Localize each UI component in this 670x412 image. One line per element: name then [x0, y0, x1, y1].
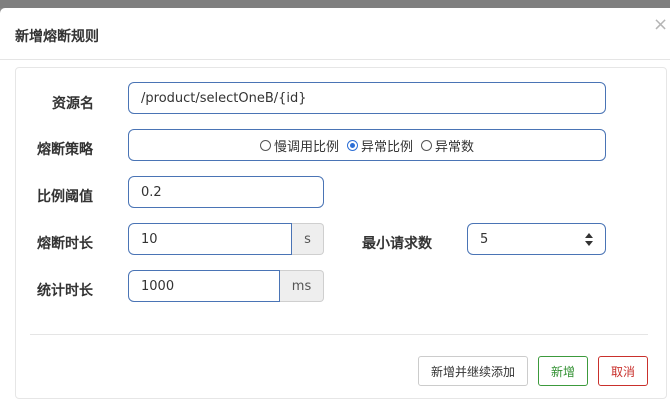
resource-name-input[interactable]: /product/selectOneB/{id}: [128, 82, 606, 114]
strategy-radio-group: 慢调用比例 异常比例 异常数: [128, 129, 606, 161]
rule-dialog: 新增熔断规则 × 资源名 /product/selectOneB/{id} 熔断…: [0, 8, 670, 412]
break-duration-label: 熔断时长: [37, 236, 93, 252]
break-duration-value: 10: [141, 231, 158, 247]
stat-duration-value: 1000: [141, 278, 175, 294]
strategy-option-label: 异常数: [435, 139, 475, 155]
ratio-threshold-label: 比例阈值: [37, 189, 93, 205]
stat-duration-input[interactable]: 1000: [128, 270, 280, 302]
resource-name-value: /product/selectOneB/{id}: [141, 90, 307, 106]
strategy-label: 熔断策略: [37, 142, 93, 158]
ratio-threshold-value: 0.2: [141, 184, 162, 200]
strategy-option-error-count[interactable]: 异常数: [421, 136, 474, 155]
add-and-continue-button[interactable]: 新增并继续添加: [418, 356, 528, 386]
strategy-option-label: 异常比例: [360, 139, 413, 155]
strategy-option-error-ratio[interactable]: 异常比例: [346, 136, 413, 155]
dialog-title: 新增熔断规则: [15, 29, 99, 45]
radio-unchecked-icon: [421, 139, 432, 151]
stat-duration-label: 统计时长: [37, 283, 93, 299]
stat-duration-unit: ms: [280, 270, 324, 302]
footer-divider: [30, 334, 648, 335]
min-request-value: 5: [480, 231, 489, 247]
ratio-threshold-input[interactable]: 0.2: [128, 176, 324, 208]
add-button[interactable]: 新增: [538, 356, 588, 386]
radio-checked-icon: [346, 139, 358, 151]
close-icon[interactable]: ×: [653, 16, 668, 34]
break-duration-input[interactable]: 10: [128, 223, 292, 255]
number-spinner-icon[interactable]: [585, 233, 593, 246]
strategy-option-slow-ratio[interactable]: 慢调用比例: [259, 136, 339, 155]
dialog-header: 新增熔断规则 ×: [0, 8, 670, 60]
background-overlay: [0, 0, 670, 8]
break-duration-unit: s: [292, 223, 324, 255]
min-request-label: 最小请求数: [362, 236, 432, 252]
min-request-input[interactable]: 5: [467, 223, 606, 255]
resource-name-label: 资源名: [52, 96, 94, 112]
radio-unchecked-icon: [259, 139, 271, 151]
cancel-button[interactable]: 取消: [598, 356, 648, 386]
strategy-option-label: 慢调用比例: [273, 139, 339, 155]
